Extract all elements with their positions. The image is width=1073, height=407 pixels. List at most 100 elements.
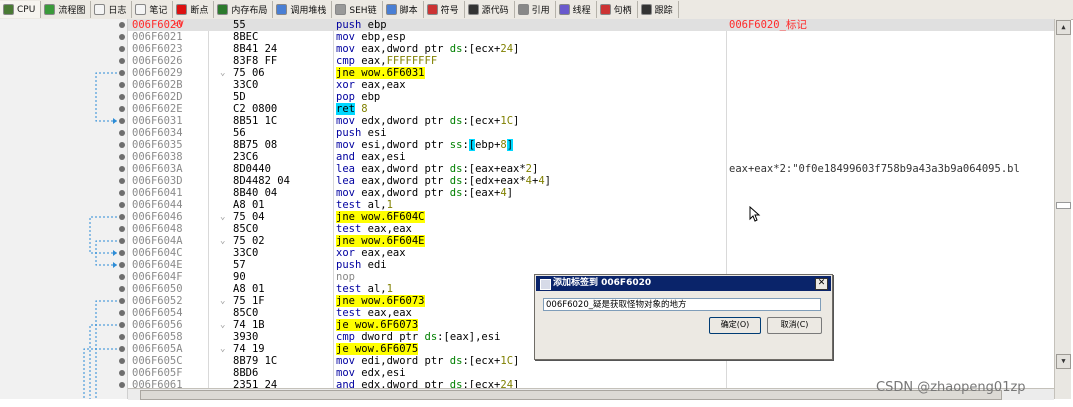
disasm-row[interactable]: 006F603D 8D4482 04 lea eax,dword ptr ds:[e…	[128, 175, 1054, 187]
disasm-row[interactable]: 006F6021 8BEC mov ebp,esp	[128, 31, 1054, 43]
label-input[interactable]: 006F6020_疑是获取怪物对象的地方	[543, 298, 821, 311]
disasm-row[interactable]: 006F602D 5D pop ebp	[128, 91, 1054, 103]
breakpoint-dot-icon[interactable]	[119, 286, 125, 292]
cancel-button[interactable]: 取消(C)	[767, 317, 822, 334]
opcode-bytes: 8B75 08	[233, 139, 278, 151]
tab-breakpoint[interactable]: 断点	[173, 1, 215, 18]
horizontal-scroll-thumb[interactable]	[140, 390, 1002, 400]
instruction-token: eax,eax	[354, 247, 406, 259]
opcode-bytes: 8D0440	[233, 163, 271, 175]
breakpoint-dot-icon[interactable]	[119, 238, 125, 244]
breakpoint-dot-icon[interactable]	[119, 190, 125, 196]
address: 006F6052	[132, 295, 183, 307]
disasm-row[interactable]: 006F6031 8B51 1C mov edx,dword ptr ds:[ecx…	[128, 115, 1054, 127]
disasm-row[interactable]: 006F6046 ⌄ 75 04 jne wow.6F604C	[128, 211, 1054, 223]
tab-trace[interactable]: 跟踪	[638, 1, 679, 18]
breakpoint-dot-icon[interactable]	[119, 166, 125, 172]
disasm-row[interactable]: 006F6035 8B75 08 mov esi,dword ptr ss:[ebp…	[128, 139, 1054, 151]
scroll-down-button[interactable]: ▼	[1056, 354, 1071, 369]
tab-label: 内存布局	[231, 6, 268, 16]
comment: eax+eax*2:"0f0e18499603f758b9a43a3b9a064…	[729, 163, 1020, 175]
breakpoint-dot-icon[interactable]	[119, 310, 125, 316]
instruction: je wow.6F6073	[336, 319, 419, 331]
tab-references[interactable]: 引用	[515, 1, 556, 18]
breakpoint-dot-icon[interactable]	[119, 346, 125, 352]
instruction: je wow.6F6075	[336, 343, 419, 355]
disasm-row[interactable]: 006F6029 ⌄ 75 06 jne wow.6F6031	[128, 67, 1054, 79]
disasm-row[interactable]: 006F6048 85C0 test eax,eax	[128, 223, 1054, 235]
opcode-bytes: 75 02	[233, 235, 265, 247]
breakpoint-dot-icon[interactable]	[119, 22, 125, 28]
breakpoint-dot-icon[interactable]	[119, 82, 125, 88]
breakpoint-dot-icon[interactable]	[119, 118, 125, 124]
breakpoint-dot-icon[interactable]	[119, 94, 125, 100]
disasm-row[interactable]: 006F6041 8B40 04 mov eax,dword ptr ds:[eax…	[128, 187, 1054, 199]
tab-script[interactable]: 脚本	[383, 1, 424, 18]
ok-button[interactable]: 确定(O)	[709, 317, 761, 334]
breakpoint-dot-icon[interactable]	[119, 58, 125, 64]
tab-notes[interactable]: 笔记	[132, 1, 174, 18]
disasm-row[interactable]: 006F6026 83F8 FF cmp eax,FFFFFFFF	[128, 55, 1054, 67]
tab-call-stack[interactable]: 调用堆栈	[273, 1, 333, 18]
breakpoint-dot-icon[interactable]	[119, 250, 125, 256]
disasm-row[interactable]: 006F605F 8BD6 mov edx,esi	[128, 367, 1054, 379]
arrow-head	[113, 118, 117, 124]
breakpoint-dot-icon[interactable]	[119, 142, 125, 148]
disasm-row[interactable]: 006F602E C2 0800 ret 8	[128, 103, 1054, 115]
tab-log[interactable]: 日志	[91, 1, 133, 18]
instruction-token: eax,dword ptr	[354, 43, 450, 55]
dialog-title-bar[interactable]: 添加标签到 006F6020 ✕	[536, 276, 831, 291]
disasm-row[interactable]: 006F6023 8B41 24 mov eax,dword ptr ds:[ecx…	[128, 43, 1054, 55]
breakpoint-dot-icon[interactable]	[119, 34, 125, 40]
tab-handles[interactable]: 句柄	[597, 1, 638, 18]
tab-label: 线程	[572, 6, 591, 16]
breakpoint-dot-icon[interactable]	[119, 202, 125, 208]
vertical-scrollbar[interactable]: ▲ ▼	[1054, 19, 1071, 399]
dialog-close-button[interactable]: ✕	[815, 278, 828, 290]
tab-threads[interactable]: 线程	[556, 1, 597, 18]
disasm-row[interactable]: 006F604C 33C0 xor eax,eax	[128, 247, 1054, 259]
disasm-row[interactable]: 006F6034 56 push esi	[128, 127, 1054, 139]
address: 006F6034	[132, 127, 183, 139]
scroll-thumb[interactable]	[1056, 202, 1071, 209]
breakpoint-dot-icon[interactable]	[119, 130, 125, 136]
instruction-token: cmp	[336, 331, 355, 343]
disasm-row[interactable]: 006F603A 8D0440 lea eax,dword ptr ds:[eax+…	[128, 163, 1054, 175]
breakpoint-dot-icon[interactable]	[119, 178, 125, 184]
disasm-row[interactable]: 006F6038 23C6 and eax,esi	[128, 151, 1054, 163]
breakpoint-dot-icon[interactable]	[119, 370, 125, 376]
breakpoint-dot-icon[interactable]	[119, 382, 125, 388]
breakpoint-dot-icon[interactable]	[119, 70, 125, 76]
arrow-head	[113, 250, 117, 256]
instruction-token: al,	[361, 283, 387, 295]
breakpoint-dot-icon[interactable]	[119, 298, 125, 304]
tab-symbols[interactable]: 符号	[424, 1, 465, 18]
jump-arrows-pane	[0, 19, 128, 399]
address: 006F6048	[132, 223, 183, 235]
breakpoint-dot-icon[interactable]	[119, 226, 125, 232]
instruction-token: jne wow.6F6073	[336, 295, 425, 307]
breakpoint-dot-icon[interactable]	[119, 154, 125, 160]
disasm-row[interactable]: 006F602B 33C0 xor eax,eax	[128, 79, 1054, 91]
breakpoint-dot-icon[interactable]	[119, 106, 125, 112]
tab-flowchart[interactable]: 流程图	[41, 1, 92, 18]
disasm-row[interactable]: 006F6020 <V 55 push ebp 006F6020_标记	[128, 19, 1054, 31]
scroll-up-button[interactable]: ▲	[1056, 20, 1071, 35]
disasm-row[interactable]: 006F604E 57 push edi	[128, 259, 1054, 271]
disasm-row[interactable]: 006F6044 A8 01 test al,1	[128, 199, 1054, 211]
instruction: mov esi,dword ptr ss:[ebp+8]	[336, 139, 514, 151]
tab-cpu[interactable]: CPU	[0, 1, 42, 18]
breakpoint-dot-icon[interactable]	[119, 274, 125, 280]
breakpoint-dot-icon[interactable]	[119, 334, 125, 340]
disasm-row[interactable]: 006F604A ⌄ 75 02 jne wow.6F604E	[128, 235, 1054, 247]
instruction-token: push	[336, 19, 362, 31]
tab-source-code[interactable]: 源代码	[465, 1, 515, 18]
instruction-token: ds	[449, 175, 463, 187]
breakpoint-dot-icon[interactable]	[119, 214, 125, 220]
breakpoint-dot-icon[interactable]	[119, 358, 125, 364]
tab-seh-chain[interactable]: SEH链	[332, 1, 383, 18]
breakpoint-dot-icon[interactable]	[119, 322, 125, 328]
tab-memory-map[interactable]: 内存布局	[214, 1, 274, 18]
breakpoint-dot-icon[interactable]	[119, 46, 125, 52]
breakpoint-dot-icon[interactable]	[119, 262, 125, 268]
